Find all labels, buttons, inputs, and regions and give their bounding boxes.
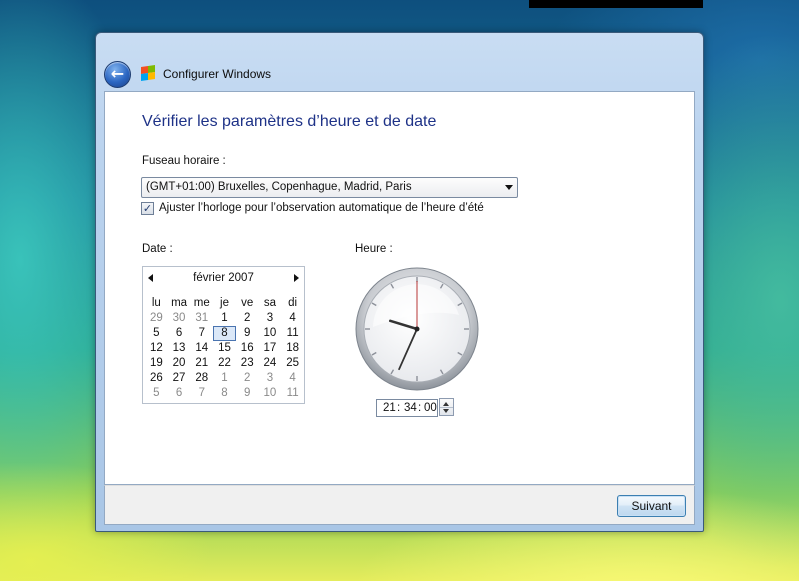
setup-window: ← Configurer Windows Vérifier les paramè… (95, 32, 704, 532)
calendar-day[interactable]: 25 (281, 356, 304, 371)
calendar-day[interactable]: 12 (145, 341, 168, 356)
dst-checkbox-label: Ajuster l’horloge pour l’observation aut… (159, 202, 484, 214)
spin-up-icon[interactable] (443, 402, 449, 406)
title-bar: ← Configurer Windows (96, 33, 703, 91)
time-seconds[interactable]: 00 (424, 402, 437, 414)
calendar-day[interactable]: 4 (281, 311, 304, 326)
time-hours[interactable]: 21 (383, 402, 396, 414)
calendar-day[interactable]: 3 (259, 311, 282, 326)
timezone-label: Fuseau horaire : (142, 155, 226, 167)
calendar-day[interactable]: 18 (281, 341, 304, 356)
calendar-month[interactable]: février 2007 (143, 272, 304, 284)
calendar-day[interactable]: 10 (259, 386, 282, 401)
calendar-day[interactable]: 28 (190, 371, 213, 386)
timezone-value: (GMT+01:00) Bruxelles, Copenhague, Madri… (146, 181, 412, 193)
calendar-day-selected[interactable]: 8 (213, 326, 236, 341)
time-label: Heure : (355, 243, 393, 255)
calendar-grid: lu ma me je ve sa di 29 30 31 1 2 3 4 5 … (145, 296, 304, 401)
calendar-day[interactable]: 20 (168, 356, 191, 371)
weekday-header: sa (263, 297, 276, 309)
next-button[interactable]: Suivant (617, 495, 686, 517)
spin-down-icon[interactable] (443, 409, 449, 413)
calendar-day[interactable]: 5 (145, 326, 168, 341)
top-bar (529, 0, 703, 8)
page-title: Vérifier les paramètres d’heure et de da… (142, 113, 437, 130)
calendar-day[interactable]: 5 (145, 386, 168, 401)
calendar: février 2007 lu ma me je ve sa di 29 30 … (142, 266, 305, 404)
calendar-day[interactable]: 9 (236, 326, 259, 341)
calendar-day[interactable]: 4 (281, 371, 304, 386)
time-separator: : (397, 402, 401, 414)
calendar-day[interactable]: 17 (259, 341, 282, 356)
calendar-day[interactable]: 22 (213, 356, 236, 371)
time-spinner[interactable] (439, 398, 454, 416)
calendar-day[interactable]: 3 (259, 371, 282, 386)
calendar-day[interactable]: 2 (236, 371, 259, 386)
content-panel: Vérifier les paramètres d’heure et de da… (104, 91, 695, 485)
calendar-day[interactable]: 6 (168, 326, 191, 341)
weekday-header: di (288, 297, 298, 309)
calendar-day[interactable]: 11 (281, 326, 304, 341)
analog-clock (355, 267, 479, 391)
calendar-day[interactable]: 26 (145, 371, 168, 386)
calendar-day[interactable]: 7 (190, 326, 213, 341)
calendar-day[interactable]: 13 (168, 341, 191, 356)
calendar-day[interactable]: 15 (213, 341, 236, 356)
calendar-day[interactable]: 10 (259, 326, 282, 341)
calendar-day[interactable]: 31 (190, 311, 213, 326)
time-input[interactable]: 21 : 34 : 00 (376, 399, 438, 417)
weekday-header: lu (151, 297, 161, 309)
calendar-day[interactable]: 19 (145, 356, 168, 371)
back-arrow-icon[interactable]: ← (104, 61, 131, 88)
calendar-day[interactable]: 9 (236, 386, 259, 401)
calendar-day[interactable]: 1 (213, 371, 236, 386)
calendar-day[interactable]: 11 (281, 386, 304, 401)
weekday-header: me (193, 297, 210, 309)
next-month-icon[interactable] (294, 274, 299, 282)
calendar-day[interactable]: 1 (213, 311, 236, 326)
dst-checkbox[interactable]: ✓ (141, 202, 154, 215)
spinner-divider (440, 407, 453, 408)
timezone-select[interactable]: (GMT+01:00) Bruxelles, Copenhague, Madri… (141, 177, 518, 198)
calendar-header: février 2007 (143, 267, 304, 289)
calendar-day[interactable]: 16 (236, 341, 259, 356)
calendar-day[interactable]: 6 (168, 386, 191, 401)
windows-logo-icon (141, 65, 155, 81)
footer-bar: Suivant (104, 485, 695, 525)
calendar-day[interactable]: 21 (190, 356, 213, 371)
calendar-day[interactable]: 7 (190, 386, 213, 401)
calendar-day[interactable]: 29 (145, 311, 168, 326)
calendar-day[interactable]: 30 (168, 311, 191, 326)
weekday-header: ve (241, 297, 254, 309)
weekday-header: je (220, 297, 229, 309)
calendar-day[interactable]: 23 (236, 356, 259, 371)
date-label: Date : (142, 243, 173, 255)
calendar-day[interactable]: 27 (168, 371, 191, 386)
calendar-day[interactable]: 14 (190, 341, 213, 356)
calendar-day[interactable]: 8 (213, 386, 236, 401)
clock-center (414, 326, 420, 332)
calendar-day[interactable]: 24 (259, 356, 282, 371)
window-title: Configurer Windows (163, 67, 272, 81)
weekday-header: ma (171, 297, 188, 309)
time-separator: : (418, 402, 422, 414)
time-minutes[interactable]: 34 (404, 402, 417, 414)
chevron-down-icon (505, 185, 513, 190)
calendar-day[interactable]: 2 (236, 311, 259, 326)
